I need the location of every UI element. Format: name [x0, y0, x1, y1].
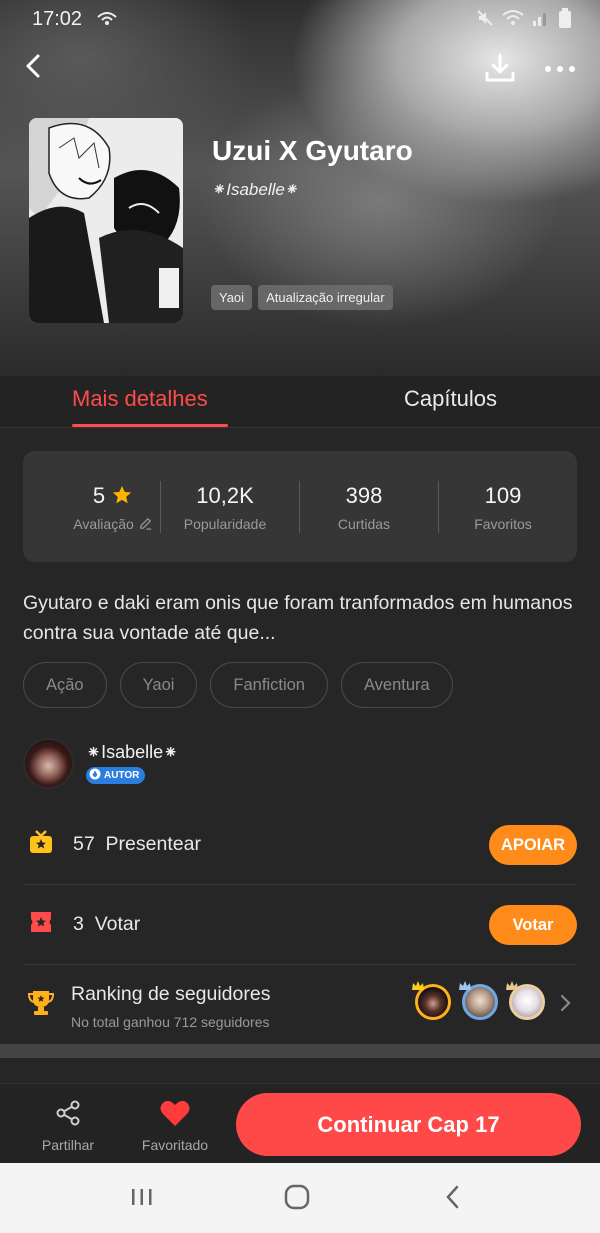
gift-icon: [28, 829, 54, 855]
vote-label: Votar: [94, 913, 141, 935]
genre-pill[interactable]: Yaoi: [119, 662, 198, 708]
status-time: 17:02: [32, 8, 83, 30]
author-badge-label: AUTOR: [104, 770, 140, 781]
crown-icon: [411, 979, 425, 997]
vote-button[interactable]: Votar: [489, 905, 577, 945]
system-nav-bar: [0, 1163, 600, 1233]
likes-label: Curtidas: [337, 516, 391, 532]
stat-favorites: 109 Favoritos: [434, 483, 572, 532]
genre-list: Ação Yaoi Fanfiction Aventura: [23, 662, 453, 708]
popularity-label: Popularidade: [183, 516, 267, 532]
recent-apps-icon[interactable]: [128, 1183, 156, 1216]
stat-likes: 398 Curtidas: [295, 483, 433, 532]
author-name[interactable]: ⁕Isabelle⁕: [86, 742, 178, 763]
system-back-icon[interactable]: [440, 1183, 468, 1216]
followers-ranking[interactable]: Ranking de seguidores No total ganhou 71…: [23, 965, 577, 1045]
chevron-right-icon: [559, 993, 573, 1018]
tab-bar: Mais detalhes Capítulos: [0, 376, 600, 428]
share-label: Partilhar: [41, 1137, 95, 1153]
favorite-button[interactable]: Favoritado: [130, 1098, 220, 1153]
status-icons: [476, 8, 572, 33]
continue-reading-button[interactable]: Continuar Cap 17: [236, 1093, 581, 1156]
share-icon: [53, 1100, 83, 1132]
wifi-call-icon: [96, 10, 118, 31]
wifi-icon: [502, 9, 524, 32]
mute-icon: [476, 9, 494, 32]
tab-details[interactable]: Mais detalhes: [72, 386, 208, 412]
crown-icon: [505, 979, 519, 997]
share-button[interactable]: Partilhar: [23, 1098, 113, 1153]
heart-icon: [159, 1100, 191, 1132]
genre-pill[interactable]: Ação: [23, 662, 107, 708]
ranking-title: Ranking de seguidores: [71, 983, 271, 1005]
book-author[interactable]: ⁕Isabelle⁕: [212, 180, 299, 200]
section-divider: [0, 1044, 600, 1058]
genre-pill[interactable]: Fanfiction: [210, 662, 328, 708]
more-icon: [540, 66, 580, 90]
download-button[interactable]: [482, 50, 518, 86]
vote-row: 3 Votar Votar: [23, 885, 577, 965]
stats-card: 5 Avaliação 10,2K Popularidade 398 Curti…: [23, 451, 577, 562]
tag-pill: Yaoi: [211, 285, 253, 310]
back-button[interactable]: [16, 48, 52, 84]
genre-pill[interactable]: Aventura: [340, 662, 453, 708]
book-title: Uzui X Gyutaro: [212, 135, 413, 166]
gift-count: 57: [73, 833, 95, 855]
book-description[interactable]: Gyutaro e daki eram onis que foram tranf…: [23, 588, 577, 648]
support-button[interactable]: APOIAR: [489, 825, 577, 865]
author-badge: AUTOR: [86, 767, 146, 784]
rating-value: 5: [92, 483, 106, 508]
active-tab-indicator: [72, 424, 228, 427]
book-cover[interactable]: [29, 118, 183, 323]
favorites-value: 109: [484, 483, 522, 508]
popularity-value: 10,2K: [196, 483, 254, 508]
more-options-button[interactable]: [540, 50, 580, 86]
favorite-label: Favoritado: [141, 1137, 209, 1153]
vote-ticket-icon: [28, 909, 54, 935]
ranking-subtitle: No total ganhou 712 seguidores: [71, 1014, 270, 1030]
edit-icon: [138, 516, 153, 532]
signal-icon: [532, 10, 550, 31]
crown-icon: [458, 979, 472, 997]
home-icon[interactable]: [283, 1183, 311, 1216]
tab-chapters[interactable]: Capítulos: [404, 386, 497, 412]
author-badge-icon: [89, 768, 101, 783]
tag-pill: Atualização irregular: [258, 285, 393, 310]
star-icon: [111, 483, 133, 508]
favorites-label: Favoritos: [474, 516, 532, 532]
back-icon: [16, 54, 52, 88]
likes-value: 398: [345, 483, 383, 508]
gift-label: Presentear: [105, 833, 201, 855]
download-icon: [482, 53, 518, 90]
stat-popularity: 10,2K Popularidade: [156, 483, 294, 532]
status-bar: 17:02: [0, 0, 600, 38]
hero-header: 17:02 Uzui X Gyutaro ⁕Isabelle⁕ Yaoi Atu…: [0, 0, 600, 376]
rating-label: Avaliação: [73, 516, 134, 532]
book-tags: Yaoi Atualização irregular: [211, 285, 393, 310]
bottom-action-bar: Partilhar Favoritado Continuar Cap 17: [0, 1083, 600, 1163]
trophy-icon: [26, 987, 56, 1022]
author-avatar[interactable]: [23, 738, 74, 789]
battery-icon: [558, 8, 572, 33]
gift-row: 57 Presentear APOIAR: [23, 805, 577, 885]
vote-count: 3: [73, 913, 84, 935]
cover-artwork: [29, 118, 183, 323]
